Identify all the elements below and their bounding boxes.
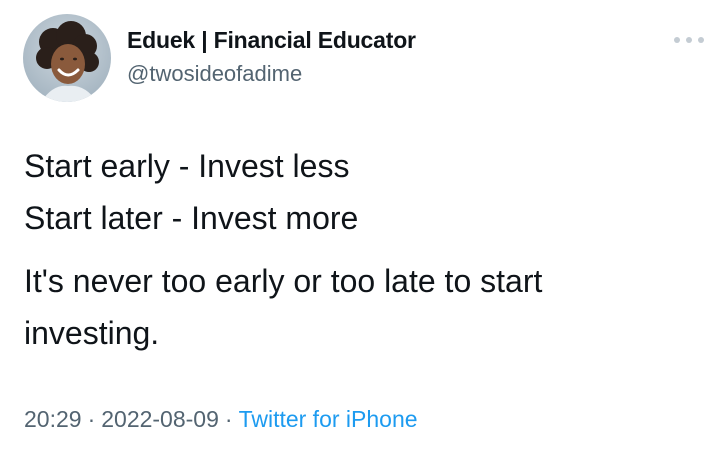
more-dot — [686, 37, 692, 43]
more-dot — [674, 37, 680, 43]
more-dot — [698, 37, 704, 43]
tweet-meta: 20:29 · 2022-08-09 · Twitter for iPhone — [24, 406, 418, 433]
tweet-text-line: It's never too early or too late to star… — [24, 263, 543, 299]
avatar[interactable] — [23, 14, 111, 102]
tweet-date[interactable]: 2022-08-09 — [101, 406, 219, 432]
tweet-text-line: Start early - Invest less — [24, 148, 350, 184]
display-name[interactable]: Eduek | Financial Educator — [127, 27, 416, 54]
tweet-text-line: investing. — [24, 315, 160, 351]
meta-separator: · — [224, 406, 233, 432]
tweet-text-line: Start later - Invest more — [24, 200, 359, 236]
more-horizontal-icon[interactable] — [672, 30, 706, 50]
profile-photo-icon — [23, 14, 111, 102]
user-handle[interactable]: @twosideofadime — [127, 61, 302, 87]
tweet-card: Eduek | Financial Educator @twosideofadi… — [0, 0, 724, 457]
tweet-source-link[interactable]: Twitter for iPhone — [239, 406, 418, 432]
meta-separator: · — [87, 406, 96, 432]
tweet-time[interactable]: 20:29 — [24, 406, 82, 432]
